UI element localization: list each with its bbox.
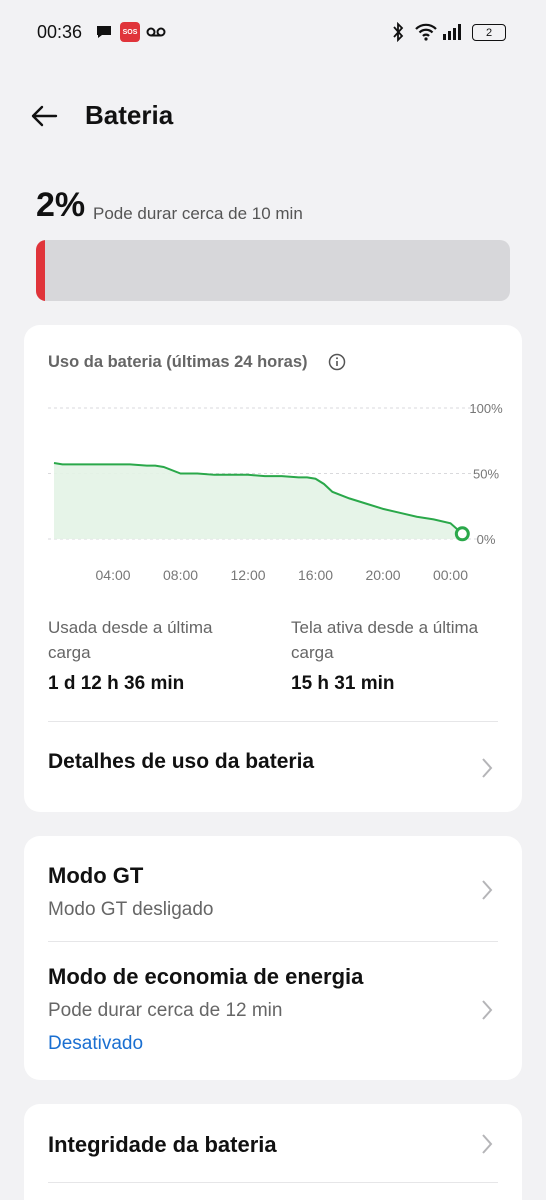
battery-summary: 2% Pode durar cerca de 10 min — [36, 186, 516, 230]
y-tick-label: 100% — [469, 401, 503, 416]
screen-on-value: 15 h 31 min — [291, 673, 395, 694]
sos-label: SOS — [122, 28, 138, 36]
gt-mode-status: Modo GT desligado — [48, 899, 214, 920]
power-saving-title: Modo de economia de energia — [48, 964, 364, 989]
battery-health-row[interactable]: Integridade da bateria — [24, 1104, 522, 1182]
battery-usage-details-row[interactable]: Detalhes de uso da bateria — [24, 722, 522, 812]
status-time: 00:36 — [37, 22, 83, 42]
signal-icon — [443, 24, 461, 40]
current-level-marker — [454, 526, 470, 542]
battery-usage-chart: 100% 50% 0% 04:00 08:00 12:00 16:00 20:00 00:00 — [48, 401, 503, 583]
info-icon[interactable] — [328, 353, 346, 371]
sos-icon: SOS — [120, 22, 140, 42]
battery-level-bar — [36, 240, 510, 301]
power-saving-estimate: Pode durar cerca de 12 min — [48, 1000, 283, 1021]
bluetooth-icon — [393, 22, 404, 42]
y-tick-label: 0% — [477, 532, 496, 547]
divider — [48, 1182, 498, 1183]
power-saving-mode-row[interactable]: Modo de economia de energia Pode durar c… — [24, 942, 522, 1080]
battery-health-title: Integridade da bateria — [48, 1132, 277, 1157]
used-since-stat: Usada desde a última carga 1 d 12 h 36 m… — [48, 615, 258, 695]
battery-health-card: Integridade da bateria — [24, 1104, 522, 1200]
used-since-value: 1 d 12 h 36 min — [48, 673, 185, 694]
chevron-right-icon — [482, 758, 493, 778]
page-title: Bateria — [85, 100, 174, 130]
x-tick-label: 04:00 — [96, 567, 131, 583]
battery-percent: 2% — [36, 186, 86, 224]
y-tick-label: 50% — [473, 467, 499, 482]
status-bar: 00:36 SOS 2 — [0, 0, 546, 66]
battery-level-label: 2 — [485, 26, 493, 39]
battery-icon: 2 — [472, 24, 506, 41]
x-tick-label: 20:00 — [365, 567, 400, 583]
usage-chart-title: Uso da bateria (últimas 24 horas) — [48, 353, 308, 371]
header: Bateria — [0, 90, 546, 142]
battery-estimate: Pode durar cerca de 10 min — [93, 204, 303, 223]
gt-mode-title: Modo GT — [48, 863, 144, 888]
used-since-label: Usada desde a última carga — [48, 618, 213, 662]
voicemail-icon — [146, 27, 166, 37]
x-tick-label: 00:00 — [433, 567, 468, 583]
chevron-right-icon — [482, 880, 493, 900]
wifi-icon — [415, 23, 437, 41]
battery-usage-card: Uso da bateria (últimas 24 horas) 100% 50… — [24, 325, 522, 812]
screen-on-stat: Tela ativa desde a última carga 15 h 31 … — [291, 615, 501, 695]
screen-on-label: Tela ativa desde a última carga — [291, 618, 479, 662]
x-tick-label: 08:00 — [163, 567, 198, 583]
series-area — [54, 463, 463, 539]
chevron-right-icon — [482, 1000, 493, 1020]
modes-card: Modo GT Modo GT desligado Modo de econom… — [24, 836, 522, 1080]
x-tick-label: 12:00 — [231, 567, 266, 583]
x-tick-label: 16:00 — [298, 567, 333, 583]
back-button[interactable] — [24, 96, 64, 136]
arrow-left-icon — [31, 105, 58, 127]
battery-usage-details-label: Detalhes de uso da bateria — [48, 750, 315, 773]
chevron-right-icon — [482, 1134, 493, 1154]
power-saving-status: Desativado — [48, 1033, 144, 1054]
chat-bubble-icon — [97, 26, 111, 38]
battery-level-fill — [36, 240, 46, 301]
gt-mode-row[interactable]: Modo GT Modo GT desligado — [24, 836, 522, 941]
